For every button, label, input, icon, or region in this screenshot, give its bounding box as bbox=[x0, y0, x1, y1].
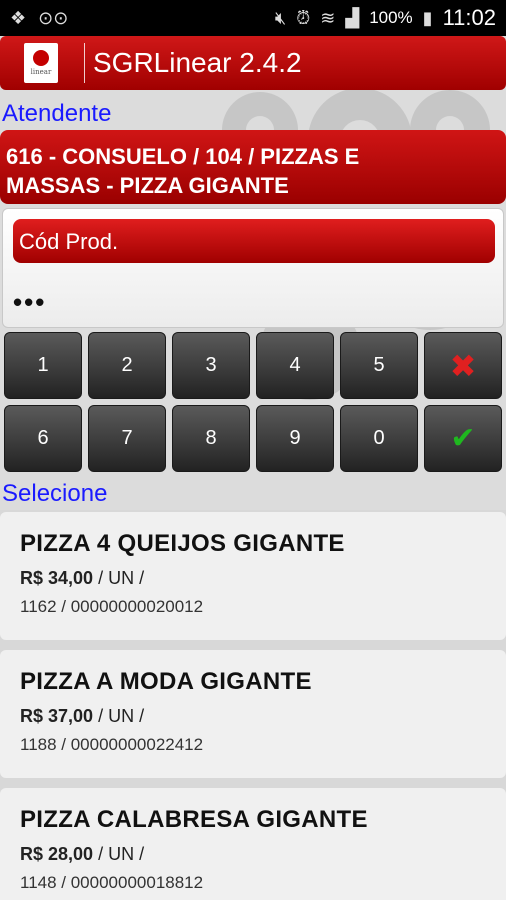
product-code: 1148 / 00000000018812 bbox=[20, 873, 204, 892]
signal-icon: ▟ bbox=[345, 7, 360, 29]
battery-percent: 100% bbox=[369, 8, 413, 27]
list-item[interactable]: PIZZA CALABRESA GIGANTE R$ 28,00 / UN / … bbox=[0, 788, 506, 900]
selecione-label: Selecione bbox=[2, 480, 108, 507]
checkmark-icon: ✔ bbox=[450, 421, 476, 456]
logo-mark-icon bbox=[33, 50, 49, 66]
product-code-label: Cód Prod. bbox=[13, 219, 495, 263]
product-name: PIZZA CALABRESA GIGANTE bbox=[20, 806, 368, 833]
key-0[interactable]: 0 bbox=[340, 405, 418, 472]
product-list[interactable]: PIZZA 4 QUEIJOS GIGANTE R$ 34,00 / UN / … bbox=[0, 510, 506, 900]
product-code-panel: Cód Prod. ••• bbox=[2, 208, 504, 328]
app-logo[interactable]: linear bbox=[24, 43, 58, 83]
alarm-icon: ⏰︎ bbox=[296, 7, 311, 29]
atendente-label: Atendente bbox=[2, 100, 112, 127]
product-price-line: R$ 37,00 / UN / bbox=[20, 706, 486, 727]
status-bar: ❖ ⊙⊙ 🔇︎ ⏰︎ ≋ ▟ 100% ▮ 11:02 bbox=[0, 0, 506, 36]
atendente-line-1: 616 - CONSUELO / 104 / PIZZAS E bbox=[6, 144, 360, 169]
key-9[interactable]: 9 bbox=[256, 405, 334, 472]
product-price: R$ 28,00 bbox=[20, 844, 94, 864]
product-price: R$ 37,00 bbox=[20, 706, 94, 726]
cancel-button[interactable]: ✖ bbox=[424, 332, 502, 399]
action-bar-divider bbox=[84, 43, 85, 83]
confirm-button[interactable]: ✔ bbox=[424, 405, 502, 472]
product-unit: / UN / bbox=[98, 568, 145, 588]
atendente-line-2: MASSAS - PIZZA GIGANTE bbox=[6, 173, 289, 198]
dropbox-icon: ❖ bbox=[10, 7, 27, 29]
action-bar: linear SGRLinear 2.4.2 bbox=[0, 36, 506, 90]
product-price-line: R$ 28,00 / UN / bbox=[20, 844, 486, 865]
voicemail-icon: ⊙⊙ bbox=[38, 7, 69, 29]
product-unit: / UN / bbox=[98, 844, 145, 864]
product-code: 1162 / 00000000020012 bbox=[20, 597, 204, 616]
product-code: 1188 / 00000000022412 bbox=[20, 735, 204, 754]
mute-icon: 🔇︎ bbox=[274, 7, 287, 29]
key-6[interactable]: 6 bbox=[4, 405, 82, 472]
app-title: SGRLinear 2.4.2 bbox=[93, 47, 302, 78]
key-8[interactable]: 8 bbox=[172, 405, 250, 472]
product-price-line: R$ 34,00 / UN / bbox=[20, 568, 486, 589]
key-1[interactable]: 1 bbox=[4, 332, 82, 399]
product-unit: / UN / bbox=[98, 706, 145, 726]
close-icon: ✖ bbox=[449, 346, 477, 385]
product-name: PIZZA 4 QUEIJOS GIGANTE bbox=[20, 530, 345, 557]
key-2[interactable]: 2 bbox=[88, 332, 166, 399]
product-name: PIZZA A MODA GIGANTE bbox=[20, 668, 312, 695]
clock: 11:02 bbox=[442, 5, 496, 30]
product-code-input[interactable]: ••• bbox=[13, 287, 46, 318]
wifi-icon: ≋ bbox=[320, 7, 336, 29]
logo-text: linear bbox=[30, 68, 52, 76]
list-item[interactable]: PIZZA 4 QUEIJOS GIGANTE R$ 34,00 / UN / … bbox=[0, 512, 506, 640]
key-3[interactable]: 3 bbox=[172, 332, 250, 399]
key-7[interactable]: 7 bbox=[88, 405, 166, 472]
product-price: R$ 34,00 bbox=[20, 568, 94, 588]
battery-icon: ▮ bbox=[422, 7, 433, 29]
atendente-value[interactable]: 616 - CONSUELO / 104 / PIZZAS E MASSAS -… bbox=[0, 130, 506, 204]
list-item[interactable]: PIZZA A MODA GIGANTE R$ 37,00 / UN / 118… bbox=[0, 650, 506, 778]
key-5[interactable]: 5 bbox=[340, 332, 418, 399]
key-4[interactable]: 4 bbox=[256, 332, 334, 399]
